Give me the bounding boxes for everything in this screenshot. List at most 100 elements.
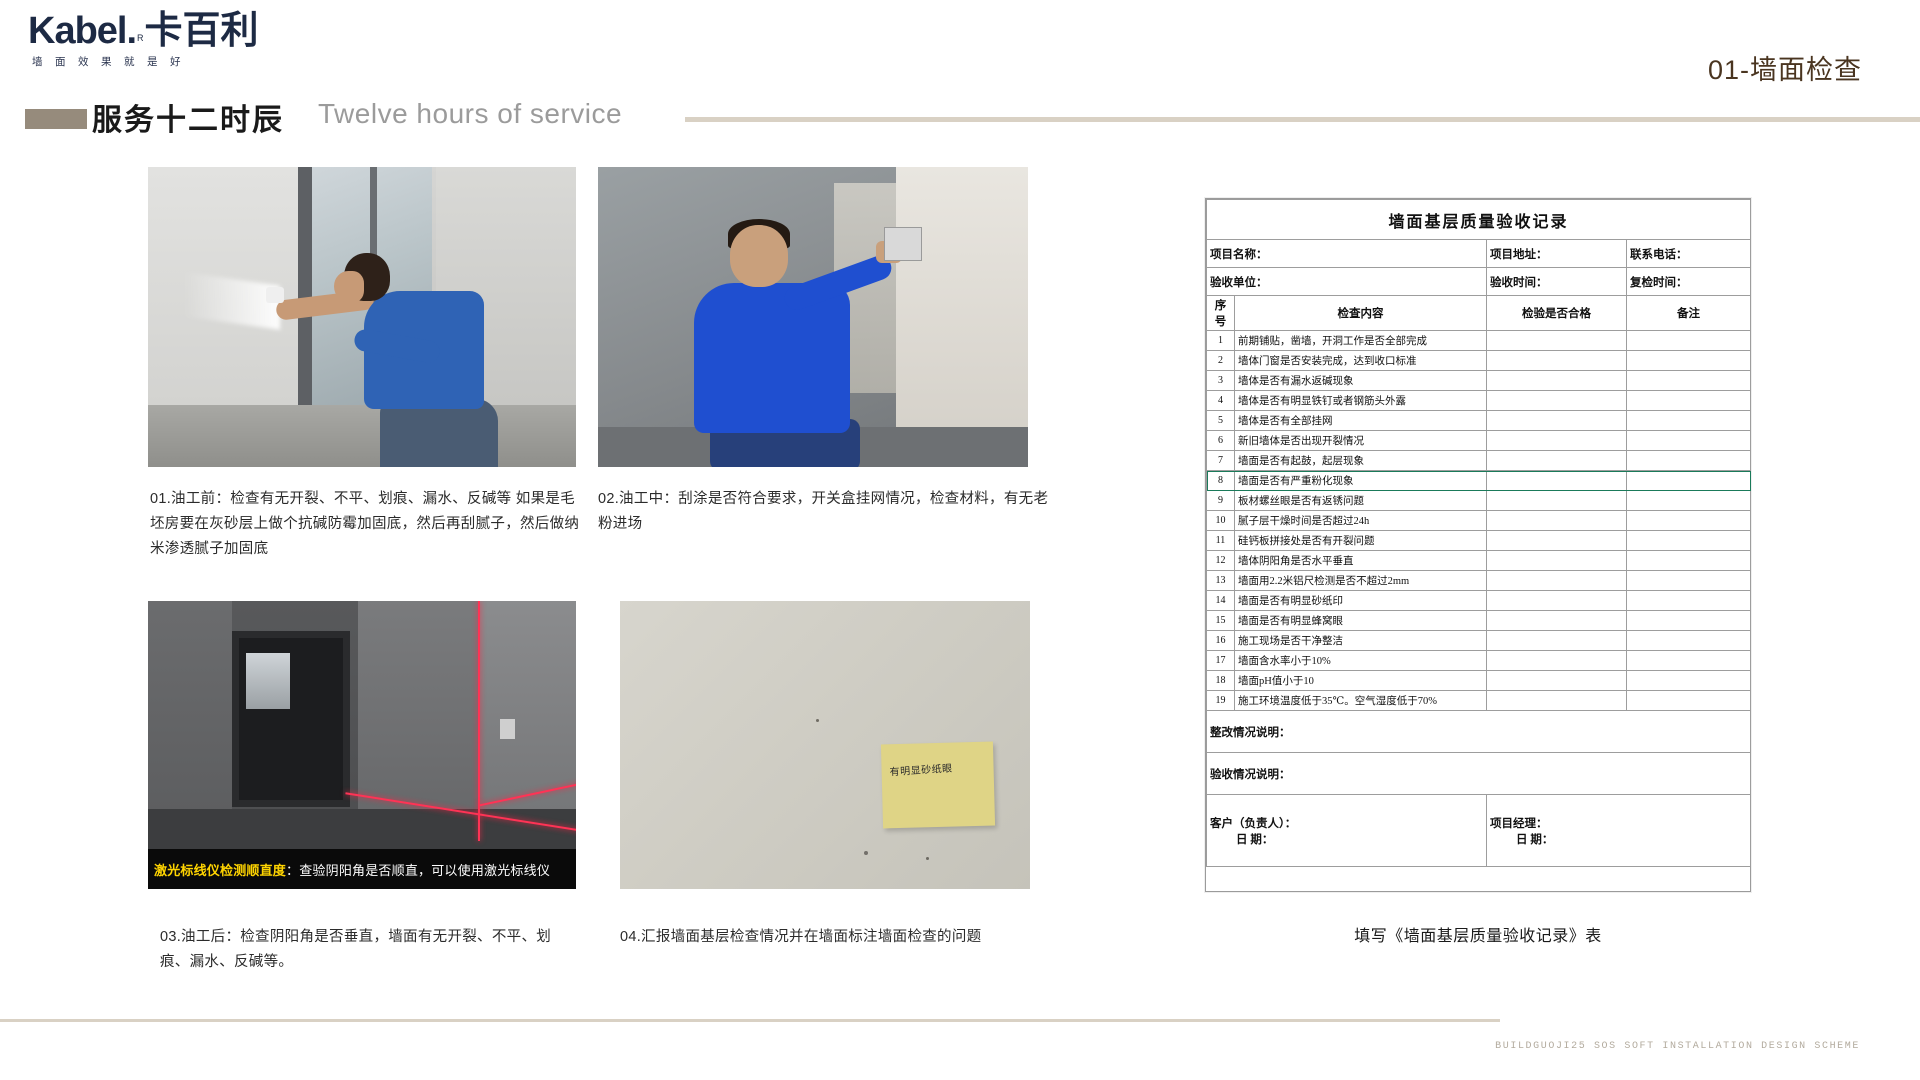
photo1-worker-face: [334, 271, 364, 303]
form-info-row-2: 验收单位： 验收时间： 复检时间：: [1206, 267, 1752, 296]
cell-no: 16: [1206, 630, 1235, 651]
col-header-remark: 备注: [1625, 295, 1752, 331]
cell-pass[interactable]: [1486, 390, 1627, 411]
cell-remark[interactable]: [1625, 350, 1752, 371]
cell-no: 17: [1206, 650, 1235, 671]
table-row: 3 墙体是否有漏水返碱现象: [1206, 370, 1752, 391]
photo1-floor: [148, 405, 576, 467]
cell-remark[interactable]: [1625, 690, 1752, 711]
photo3-switch-plate: [500, 719, 515, 739]
cell-pass[interactable]: [1486, 430, 1627, 451]
cell-no: 19: [1206, 690, 1235, 711]
cell-remark[interactable]: [1625, 450, 1752, 471]
field-recheck-time[interactable]: 复检时间：: [1625, 267, 1752, 296]
form-rectify-row: 整改情况说明：: [1205, 710, 1752, 753]
cell-pass[interactable]: [1486, 670, 1627, 691]
cell-pass[interactable]: [1486, 470, 1627, 491]
form-title: 墙面基层质量验收记录: [1205, 199, 1752, 240]
acceptance-form-table: 墙面基层质量验收记录 项目名称： 项目地址： 联系电话： 验收单位： 验收时间：…: [1205, 199, 1752, 867]
footer-text: BUILDGUOJI25 SOS SOFT INSTALLATION DESIG…: [1495, 1041, 1860, 1052]
table-row: 19 施工环境温度低于35℃。空气湿度低于70%: [1206, 690, 1752, 711]
form-acceptance-row: 验收情况说明：: [1205, 752, 1752, 795]
cell-remark[interactable]: [1625, 470, 1752, 491]
brand-dot: .: [126, 10, 137, 52]
table-row: 17 墙面含水率小于10%: [1206, 650, 1752, 671]
table-row: 4 墙体是否有明显铁钉或者钢筋头外露: [1206, 390, 1752, 411]
brand-logo: Kabel. R 卡百利 墙面效果就是好: [28, 12, 259, 69]
cell-pass[interactable]: [1486, 410, 1627, 431]
sticky-note-text: 有明显砂纸眼: [889, 763, 953, 779]
label-customer: 客户（负责人）：: [1210, 817, 1297, 830]
page-title: 01-墙面检查: [1707, 55, 1862, 85]
cell-no: 13: [1206, 570, 1235, 591]
table-row: 16 施工现场是否干净整洁: [1206, 630, 1752, 651]
cell-item: 墙面含水率小于10%: [1234, 650, 1487, 671]
cell-no: 9: [1206, 490, 1235, 511]
table-row: 14 墙面是否有明显砂纸印: [1206, 590, 1752, 611]
cell-remark[interactable]: [1625, 550, 1752, 571]
cell-pass[interactable]: [1486, 510, 1627, 531]
cell-pass[interactable]: [1486, 330, 1627, 351]
table-row: 15 墙面是否有明显蜂窝眼: [1206, 610, 1752, 631]
field-project-name[interactable]: 项目名称：: [1206, 239, 1487, 268]
cell-remark[interactable]: [1625, 590, 1752, 611]
cell-item: 墙面是否有起鼓，起层现象: [1234, 450, 1487, 471]
cell-remark[interactable]: [1625, 510, 1752, 531]
cell-remark[interactable]: [1625, 670, 1752, 691]
cell-pass[interactable]: [1486, 690, 1627, 711]
field-contact-phone[interactable]: 联系电话：: [1625, 239, 1752, 268]
cell-remark[interactable]: [1625, 430, 1752, 451]
cell-pass[interactable]: [1486, 350, 1627, 371]
photo4-defect-mark-2: [864, 851, 868, 855]
table-row: 2 墙体门窗是否安装完成，达到收口标准: [1206, 350, 1752, 371]
cell-pass[interactable]: [1486, 650, 1627, 671]
cell-item: 板材螺丝眼是否有返锈问题: [1234, 490, 1487, 511]
cell-remark[interactable]: [1625, 490, 1752, 511]
cell-pass[interactable]: [1486, 530, 1627, 551]
section-title-cn: 服务十二时辰: [92, 104, 284, 137]
cell-item: 墙面是否有明显蜂窝眼: [1234, 610, 1487, 631]
cell-remark[interactable]: [1625, 530, 1752, 551]
cell-remark[interactable]: [1625, 370, 1752, 391]
cell-pass[interactable]: [1486, 370, 1627, 391]
photo2-worker-body: [694, 283, 850, 433]
cell-item: 墙面pH值小于10: [1234, 670, 1487, 691]
cell-no: 3: [1206, 370, 1235, 391]
cell-pass[interactable]: [1486, 610, 1627, 631]
field-acceptance-unit[interactable]: 验收单位：: [1206, 267, 1487, 296]
photo4-defect-mark-1: [816, 719, 819, 722]
cell-remark[interactable]: [1625, 330, 1752, 351]
brand-name-cn: 卡百利: [144, 10, 259, 52]
field-customer-signature[interactable]: 客户（负责人）： 日 期：: [1206, 794, 1487, 867]
cell-item: 前期铺贴，凿墙，开洞工作是否全部完成: [1234, 330, 1487, 351]
field-project-address[interactable]: 项目地址：: [1486, 239, 1627, 268]
cell-pass[interactable]: [1486, 450, 1627, 471]
cell-pass[interactable]: [1486, 630, 1627, 651]
cell-no: 11: [1206, 530, 1235, 551]
cell-pass[interactable]: [1486, 550, 1627, 571]
field-rectify-note[interactable]: 整改情况说明：: [1205, 710, 1752, 753]
field-acceptance-note[interactable]: 验收情况说明：: [1205, 752, 1752, 795]
table-row: 12 墙体阴阳角是否水平垂直: [1206, 550, 1752, 571]
photo-laser-level: 激光标线仪检测顺直度 ：查验阴阳角是否顺直，可以使用激光标线仪: [148, 601, 576, 889]
cell-pass[interactable]: [1486, 590, 1627, 611]
cell-remark[interactable]: [1625, 630, 1752, 651]
cell-no: 12: [1206, 550, 1235, 571]
table-row: 9 板材螺丝眼是否有返锈问题: [1206, 490, 1752, 511]
cell-remark[interactable]: [1625, 570, 1752, 591]
cell-remark[interactable]: [1625, 390, 1752, 411]
field-acceptance-time[interactable]: 验收时间：: [1486, 267, 1627, 296]
cell-remark[interactable]: [1625, 410, 1752, 431]
cell-pass[interactable]: [1486, 570, 1627, 591]
table-row: 1 前期铺贴，凿墙，开洞工作是否全部完成: [1206, 330, 1752, 351]
photo-caption-4: 04.汇报墙面基层检查情况并在墙面标注墙面检查的问题: [620, 929, 982, 945]
section-accent-swatch: [25, 109, 87, 129]
cell-remark[interactable]: [1625, 650, 1752, 671]
cell-pass[interactable]: [1486, 490, 1627, 511]
cell-no: 14: [1206, 590, 1235, 611]
field-manager-signature[interactable]: 项目经理： 日 期：: [1485, 794, 1752, 867]
trowel-icon: [884, 227, 922, 261]
table-row: 13 墙面用2.2米铝尺检测是否不超过2mm: [1206, 570, 1752, 591]
cell-remark[interactable]: [1625, 610, 1752, 631]
section-divider: [685, 117, 1920, 122]
